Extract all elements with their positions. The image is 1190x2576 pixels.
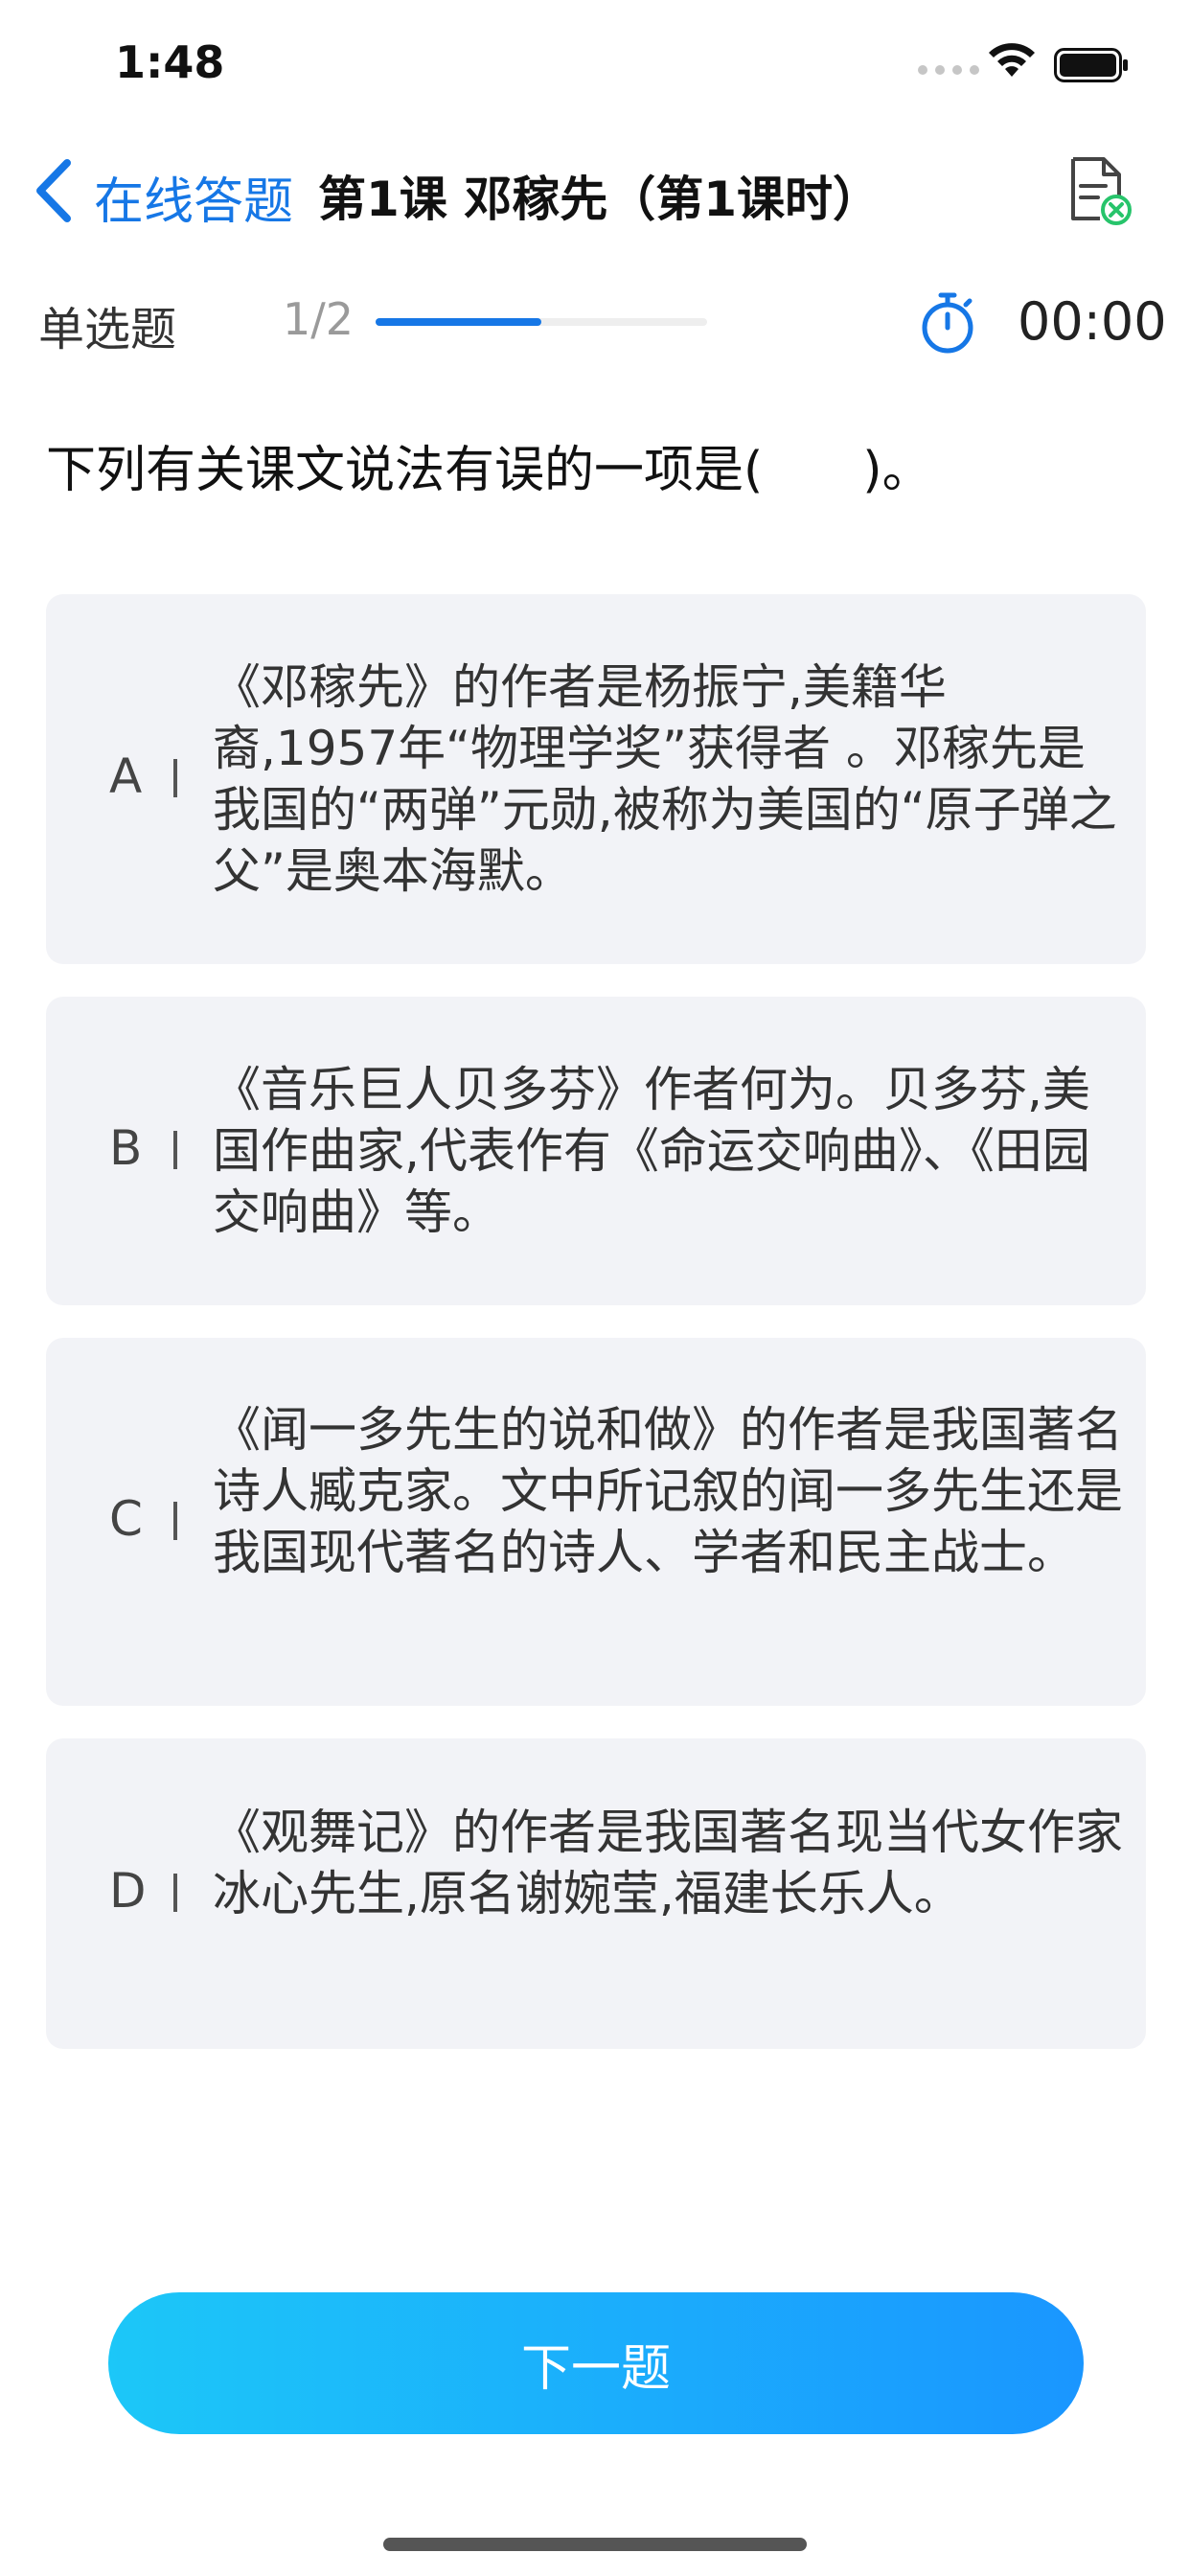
question-type-label: 单选题 (38, 303, 177, 356)
wifi-icon (989, 43, 1035, 77)
option-d[interactable]: D 《观舞记》的作者是我国著名现当代女作家冰心先生,原名谢婉莹,福建长乐人。 (46, 1738, 1146, 2049)
option-text: 《观舞记》的作者是我国著名现当代女作家冰心先生,原名谢婉莹,福建长乐人。 (213, 1805, 1123, 1921)
option-c[interactable]: C 《闻一多先生的说和做》的作者是我国著名诗人臧克家。文中所记叙的闻一多先生还是… (46, 1338, 1146, 1706)
option-divider (173, 1874, 177, 1912)
back-button[interactable]: 在线答题 (94, 161, 293, 233)
timer-text: 00:00 (1018, 291, 1167, 352)
status-bar: 1:48 (0, 0, 1190, 125)
option-text: 《音乐巨人贝多芬》作者何为。贝多芬,美国作曲家,代表作有《命运交响曲》、《田园交… (213, 1062, 1090, 1240)
stopwatch-icon (922, 292, 973, 354)
question-text: 下列有关课文说法有误的一项是( )。 (46, 442, 932, 499)
page-title: 第1课 邓稼先（第1课时） (318, 172, 881, 227)
option-text: 《闻一多先生的说和做》的作者是我国著名诗人臧克家。文中所记叙的闻一多先生还是我国… (213, 1402, 1123, 1580)
answer-sheet-icon[interactable] (1065, 155, 1133, 226)
home-indicator (383, 2538, 807, 2551)
chevron-left-icon[interactable] (33, 157, 75, 224)
quiz-page: 1:48 在线答题 第1课 邓稼先（第1课时） 单选题 1/2 00:00 下列… (0, 0, 1190, 2576)
option-b[interactable]: B 《音乐巨人贝多芬》作者何为。贝多芬,美国作曲家,代表作有《命运交响曲》、《田… (46, 997, 1146, 1305)
option-divider (173, 1502, 177, 1540)
nav-bar: 在线答题 第1课 邓稼先（第1课时） (0, 134, 1190, 249)
option-a[interactable]: A 《邓稼先》的作者是杨振宁,美籍华裔,1957年“物理学奖”获得者 。邓稼先是… (46, 594, 1146, 964)
battery-icon (1054, 48, 1128, 82)
question-count: 1/2 (283, 293, 355, 345)
progress-row: 单选题 1/2 00:00 (0, 278, 1190, 364)
option-divider (173, 1131, 177, 1169)
next-question-button[interactable]: 下一题 (108, 2292, 1084, 2434)
option-text: 《邓稼先》的作者是杨振宁,美籍华裔,1957年“物理学奖”获得者 。邓稼先是我国… (213, 659, 1117, 899)
signal-icon (918, 65, 979, 75)
status-time: 1:48 (115, 36, 225, 88)
progress-bar (376, 318, 707, 326)
progress-fill (376, 318, 541, 326)
option-divider (173, 759, 177, 797)
